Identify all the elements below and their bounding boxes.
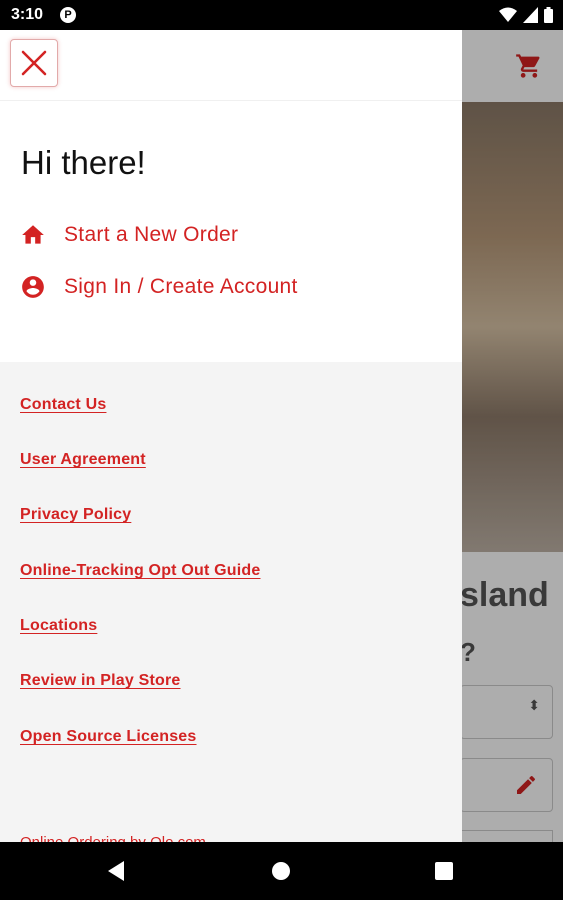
start-new-order-label: Start a New Order	[64, 223, 239, 246]
open-source-licenses-link[interactable]: Open Source Licenses	[20, 728, 197, 746]
status-bar: 3:10 P	[0, 0, 563, 30]
status-icons	[499, 7, 553, 23]
wifi-icon	[499, 7, 517, 22]
privacy-policy-link[interactable]: Privacy Policy	[20, 506, 131, 524]
signal-icon	[523, 7, 538, 23]
recent-apps-icon[interactable]	[435, 862, 453, 880]
drawer-links-section: Contact Us User Agreement Privacy Policy…	[0, 362, 462, 842]
online-ordering-footer-link[interactable]: Online Ordering by Olo.com	[20, 834, 206, 842]
notification-p-icon: P	[60, 7, 76, 23]
locations-link[interactable]: Locations	[20, 617, 97, 635]
status-time: 3:10	[11, 6, 44, 23]
start-new-order-item[interactable]: Start a New Order	[20, 220, 238, 250]
drawer-top-section: Hi there! Start a New Order Sign In / Cr…	[0, 30, 462, 362]
home-button-icon[interactable]	[272, 862, 290, 880]
sign-in-create-account-label: Sign In / Create Account	[64, 275, 298, 298]
back-icon[interactable]	[106, 861, 126, 881]
greeting-heading: Hi there!	[21, 144, 146, 181]
account-circle-icon	[22, 276, 44, 298]
sign-in-create-account-item[interactable]: Sign In / Create Account	[20, 272, 298, 302]
home-icon	[22, 225, 44, 244]
system-navigation-bar	[0, 842, 563, 900]
navigation-drawer: Hi there! Start a New Order Sign In / Cr…	[0, 30, 462, 842]
user-agreement-link[interactable]: User Agreement	[20, 451, 146, 469]
opt-out-guide-link[interactable]: Online-Tracking Opt Out Guide	[20, 562, 260, 580]
header-divider	[0, 100, 462, 101]
review-play-store-link[interactable]: Review in Play Store	[20, 672, 181, 690]
battery-icon	[544, 7, 553, 23]
contact-us-link[interactable]: Contact Us	[20, 396, 106, 414]
close-button[interactable]	[10, 39, 58, 87]
close-icon	[21, 50, 47, 76]
